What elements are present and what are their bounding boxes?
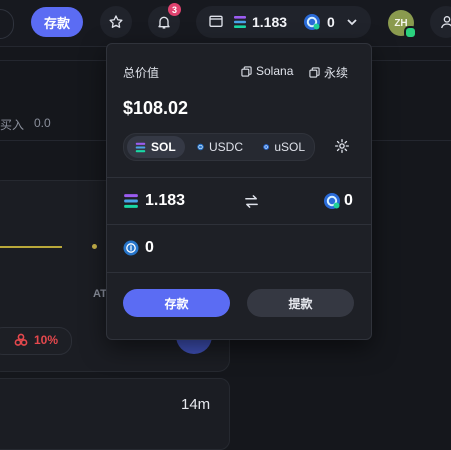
chart-dot — [92, 244, 97, 249]
wallet-dropdown-panel: 总价值 Solana 永续 $108.02 SOL USDC uSOL 1.18… — [106, 43, 372, 340]
panel-divider — [107, 272, 371, 273]
points-balance: 0 — [344, 192, 353, 209]
copy-icon — [309, 67, 320, 78]
biohazard-icon — [14, 333, 28, 346]
bell-icon — [158, 16, 170, 29]
user-icon — [441, 16, 451, 29]
wallet-points-balance: 0 — [327, 14, 335, 30]
account-button[interactable] — [430, 6, 451, 38]
notification-badge: 3 — [168, 3, 181, 16]
favorites-button[interactable] — [100, 6, 132, 38]
chart-line — [0, 246, 62, 248]
settings-gear-icon[interactable] — [334, 138, 350, 154]
token-tab-usol[interactable]: uSOL — [255, 136, 313, 158]
points-icon — [304, 14, 320, 30]
top-bar: 存款 3 1.183 0 ZH — [0, 0, 451, 47]
panel-withdraw-button[interactable]: 提款 — [247, 289, 354, 317]
token-tab-usdc[interactable]: USDC — [189, 136, 251, 158]
wallet-icon — [209, 15, 223, 27]
usdc-balance: 0 — [145, 239, 154, 256]
swap-arrows-icon[interactable] — [244, 194, 259, 209]
token-selector: SOL USDC uSOL — [123, 133, 315, 161]
star-icon — [109, 15, 123, 28]
copy-perps-address[interactable]: 永续 — [309, 64, 348, 81]
copy-solana-label: Solana — [256, 64, 294, 78]
panel-divider — [107, 177, 371, 178]
wallet-selector[interactable]: 1.183 0 — [196, 6, 371, 38]
panel-deposit-button[interactable]: 存款 — [123, 289, 230, 317]
copy-solana-address[interactable]: Solana — [241, 64, 293, 78]
wallet-sol-balance: 1.183 — [252, 14, 288, 30]
background-divider — [0, 140, 106, 141]
time-label: 14m — [181, 396, 211, 413]
copy-perps-label: 永续 — [324, 66, 349, 80]
panel-divider — [107, 224, 371, 225]
points-icon — [324, 193, 340, 209]
buy-value: 0.0 — [34, 116, 51, 130]
total-value-label: 总价值 — [123, 66, 160, 80]
deposit-button[interactable]: 存款 — [31, 7, 83, 37]
copy-icon — [241, 65, 252, 77]
sol-balance: 1.183 — [145, 192, 186, 209]
token-tab-label: SOL — [151, 140, 176, 154]
left-nav-pill[interactable] — [0, 9, 14, 39]
total-value: $108.02 — [123, 98, 189, 118]
online-status-dot — [404, 26, 417, 39]
market-card-2[interactable] — [0, 378, 230, 450]
solana-icon — [234, 16, 246, 28]
token-tab-sol[interactable]: SOL — [127, 136, 185, 158]
solana-icon — [124, 194, 138, 208]
token-tab-label: USDC — [208, 140, 243, 154]
background-divider — [370, 140, 451, 141]
change-percent: 10% — [34, 333, 59, 347]
market-label: AT — [93, 288, 107, 300]
chevron-down-icon — [347, 19, 357, 26]
buy-label: 买入 — [0, 118, 25, 132]
token-tab-label: uSOL — [274, 140, 305, 154]
usdc-icon — [197, 143, 204, 151]
usol-icon — [263, 144, 270, 150]
solana-icon — [135, 142, 146, 152]
usdc-icon — [123, 240, 139, 256]
